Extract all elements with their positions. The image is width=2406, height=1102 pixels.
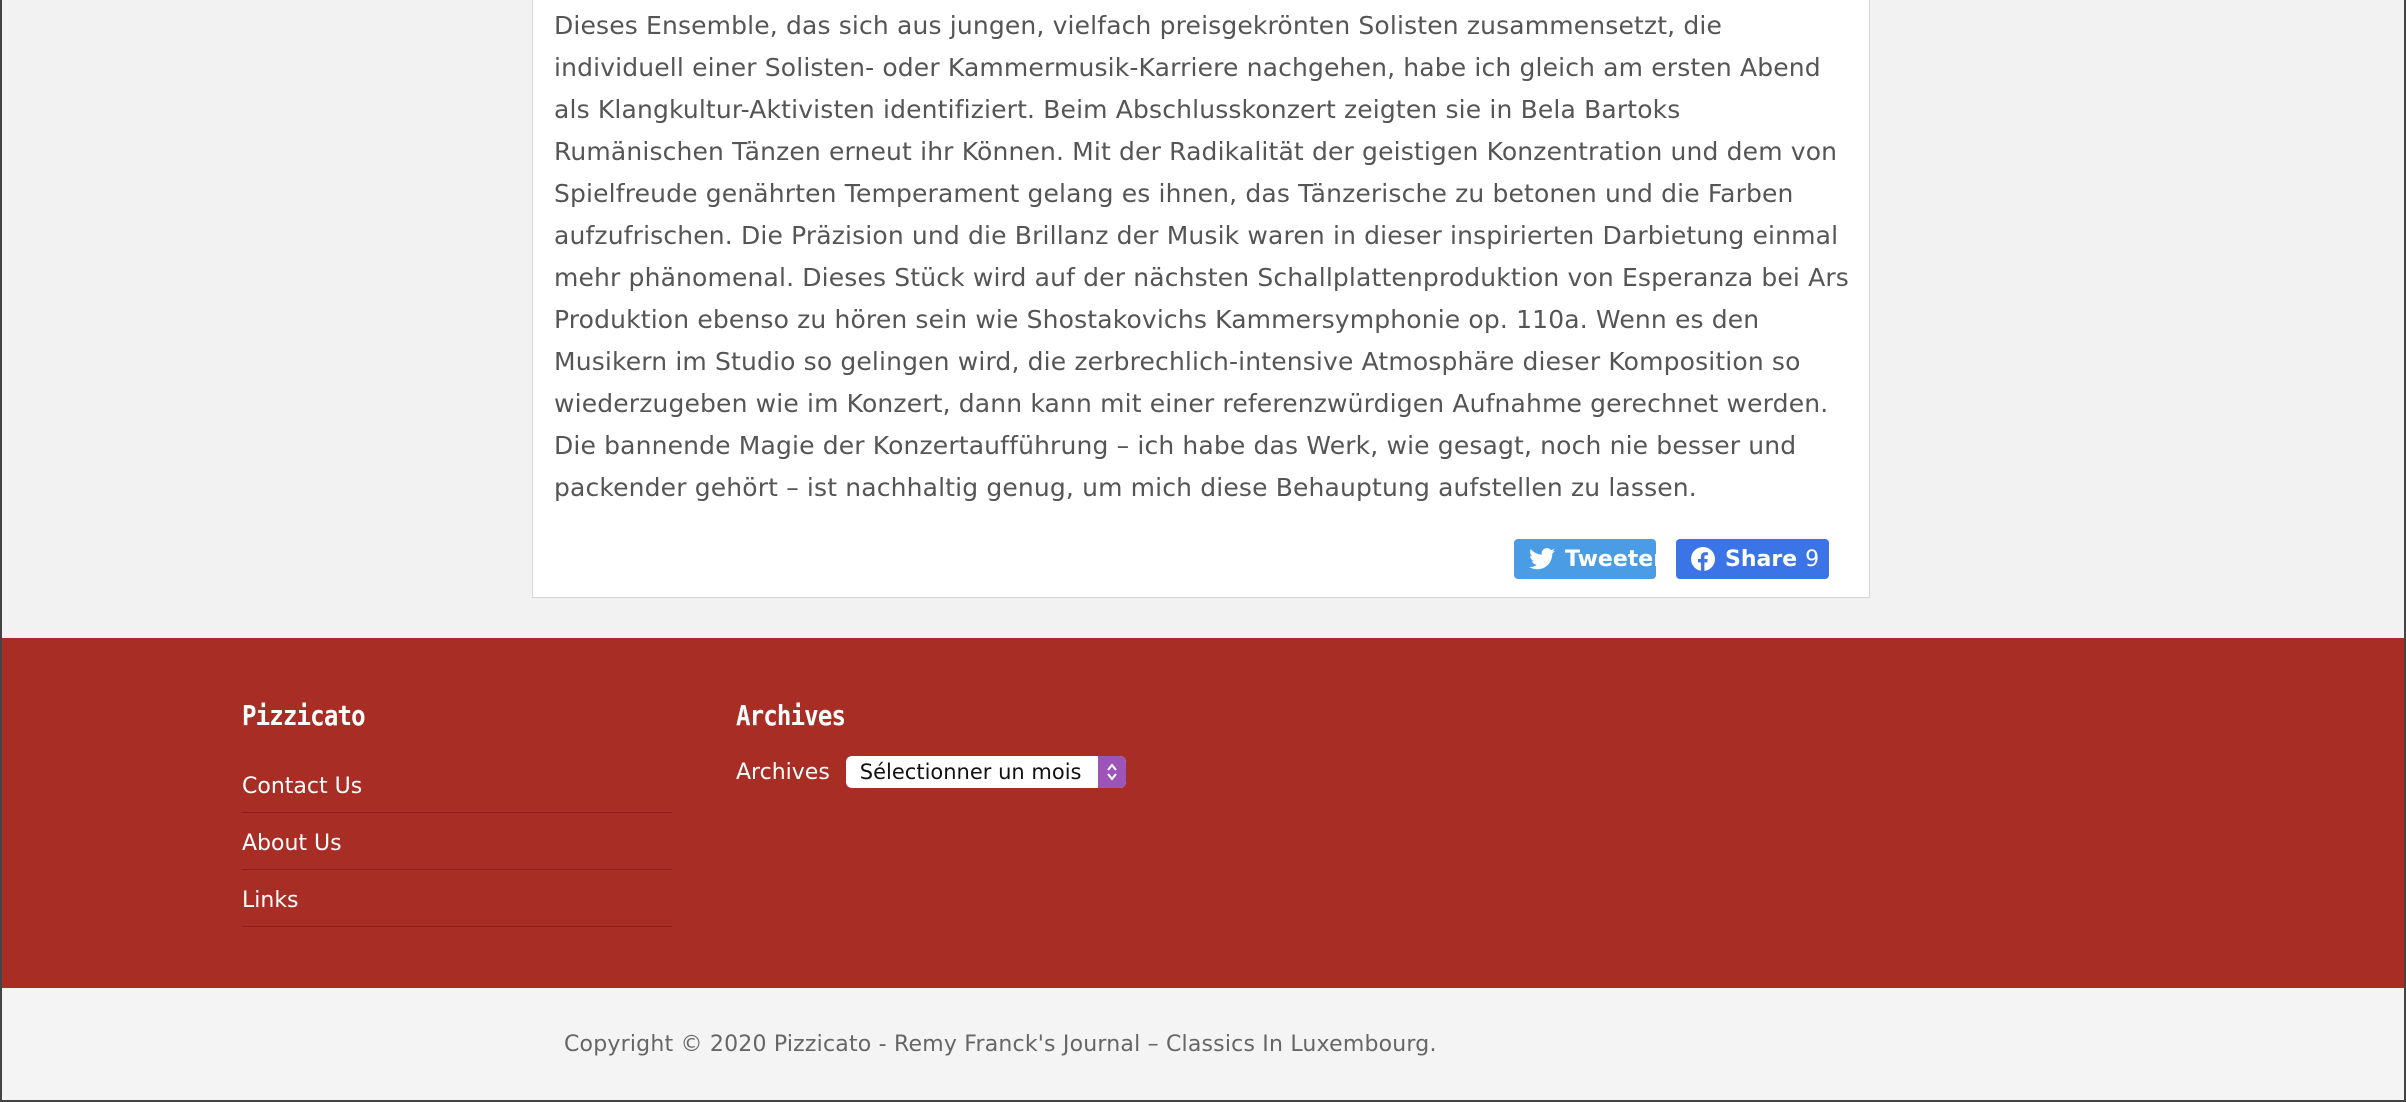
site-footer: Pizzicato Contact Us About Us Links Arch… — [2, 638, 2404, 988]
about-us-link[interactable]: About Us — [242, 831, 342, 856]
footer-link-item: Links — [242, 870, 672, 927]
facebook-share-label: Share — [1725, 546, 1798, 572]
footer-pizzicato-links: Contact Us About Us Links — [242, 756, 672, 927]
copyright-text: Copyright © 2020 Pizzicato - Remy Franck… — [564, 1032, 1437, 1057]
facebook-icon — [1691, 547, 1715, 571]
footer-link-item: About Us — [242, 813, 672, 870]
share-buttons: Tweeter Share 9 — [1514, 539, 1829, 579]
facebook-share-count: 9 — [1805, 546, 1820, 572]
archives-selected-option: Sélectionner un mois — [859, 760, 1082, 784]
footer-pizzicato-widget: Pizzicato Contact Us About Us Links — [242, 696, 672, 927]
footer-pizzicato-heading: Pizzicato — [242, 699, 366, 732]
archives-row: Archives Sélectionner un mois — [736, 756, 1336, 788]
facebook-share-button[interactable]: Share 9 — [1676, 539, 1829, 579]
tweet-button[interactable]: Tweeter — [1514, 539, 1664, 579]
archives-month-select[interactable]: Sélectionner un mois — [845, 756, 1126, 788]
article-body-text: Dieses Ensemble, das sich aus jungen, vi… — [554, 11, 1849, 502]
links-link[interactable]: Links — [242, 888, 299, 913]
footer-archives-heading: Archives — [736, 699, 846, 732]
footer-archives-widget: Archives Archives Sélectionner un mois — [736, 696, 1336, 788]
select-arrows-icon — [1097, 756, 1126, 788]
tweet-button-label: Tweeter — [1565, 546, 1665, 572]
footer-link-item: Contact Us — [242, 756, 672, 813]
twitter-bird-icon — [1529, 548, 1555, 570]
article-card: Dieses Ensemble, das sich aus jungen, vi… — [532, 0, 1870, 598]
copyright-bar: Copyright © 2020 Pizzicato - Remy Franck… — [2, 988, 2404, 1100]
archives-label: Archives — [736, 759, 830, 785]
contact-us-link[interactable]: Contact Us — [242, 774, 362, 799]
